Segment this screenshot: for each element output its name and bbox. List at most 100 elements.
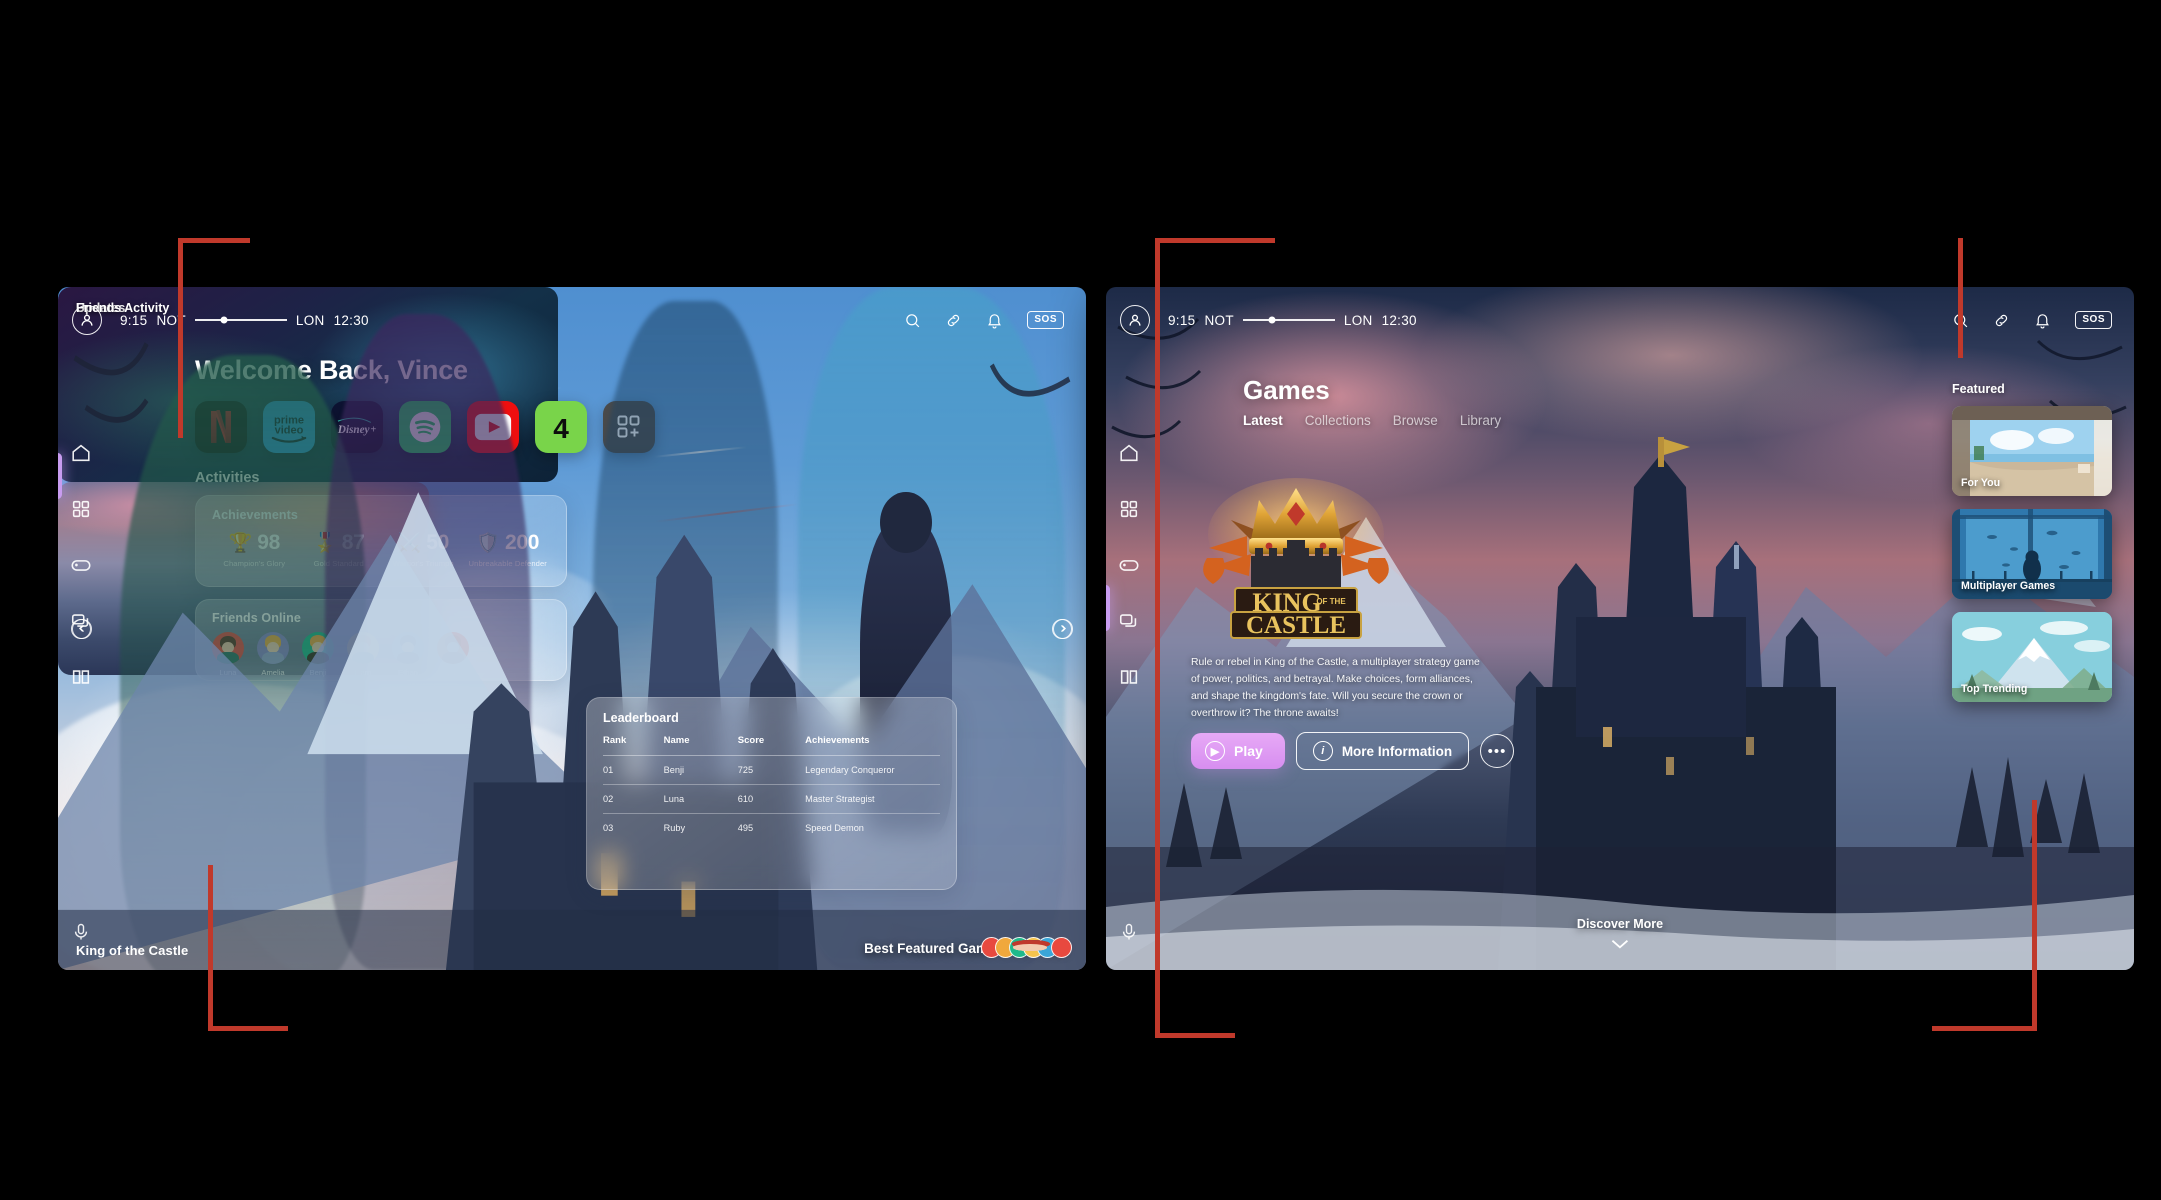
table-row[interactable]: 02 Luna 610 Master Strategist (603, 784, 940, 814)
annotation-line (1932, 1026, 2037, 1031)
sos-badge[interactable]: SOS (1027, 311, 1064, 329)
library-icon (72, 670, 90, 684)
more-information-button[interactable]: i More Information (1295, 732, 1470, 770)
bell-icon[interactable] (2034, 312, 2051, 329)
cell-rank: 03 (603, 823, 614, 833)
games-sidebar (1106, 287, 1152, 970)
annotation-line (178, 238, 250, 243)
king-of-the-castle-logo: KING OF THE CASTLE (1191, 462, 1401, 642)
column-header-rank: Rank (603, 735, 664, 756)
bell-icon[interactable] (986, 312, 1003, 329)
cell-rank: 01 (603, 755, 664, 785)
tab-browse[interactable]: Browse (1393, 413, 1438, 428)
chat-icon (1119, 614, 1137, 627)
friends-activity-card[interactable]: Friends Activity King of the Castle (58, 301, 1086, 970)
home-icon (1120, 444, 1138, 462)
leaderboard-card[interactable]: Leaderboard Rank Name Score Achievements… (586, 697, 957, 890)
remote-time: 12:30 (1381, 312, 1417, 328)
featured-card-for-you[interactable]: For You (1952, 406, 2112, 496)
gamepad-icon (71, 560, 91, 571)
local-time: 9:15 (1168, 312, 1196, 328)
sidebar-item-library[interactable] (70, 666, 92, 688)
table-row[interactable]: 01 Benji 725 Legendary Conqueror (603, 755, 940, 785)
cell-name: Luna (663, 784, 738, 814)
sidebar-item-library[interactable] (1118, 666, 1140, 688)
table-row[interactable]: 03 Ruby 495 Speed Demon (603, 814, 940, 843)
apps-icon (1120, 500, 1138, 518)
annotation-line (1155, 238, 1275, 243)
discover-more-button[interactable]: Discover More (1577, 917, 1663, 950)
sidebar-item-games[interactable] (1118, 554, 1140, 576)
timezone-slider-dot[interactable] (220, 316, 228, 324)
annotation-line (2032, 800, 2037, 1030)
games-tabs: Latest Collections Browse Library (1243, 413, 1501, 428)
featured-card-label: For You (1961, 477, 2001, 489)
discover-more-label: Discover More (1576, 917, 1664, 931)
link-icon[interactable] (945, 312, 962, 329)
cell-rank: 02 (603, 784, 664, 814)
cell-achievement: Legendary Conqueror (805, 755, 940, 785)
column-header-achievements: Achievements (805, 735, 940, 756)
column-header-name: Name (663, 735, 738, 756)
games-screen: 9:15 NOT LON 12:30 SOS Games Latest Coll… (1106, 287, 2134, 970)
more-options-button[interactable]: ••• (1480, 734, 1515, 768)
microphone-icon[interactable] (1119, 922, 1139, 942)
status-icons: SOS (904, 311, 1064, 329)
annotation-line (208, 1026, 288, 1031)
sidebar-item-games[interactable] (70, 554, 92, 576)
annotation-line (1155, 238, 1160, 1038)
remote-city: LON (1343, 312, 1373, 328)
cell-score: 725 (737, 755, 806, 785)
gamepad-icon (1119, 560, 1139, 571)
tab-latest[interactable]: Latest (1243, 413, 1283, 428)
featured-panel: Featured For You Multiplayer Games Top T… (1952, 382, 2112, 715)
local-time: 9:15 (120, 312, 148, 328)
sos-badge[interactable]: SOS (2075, 311, 2112, 329)
play-button[interactable]: ▶ Play (1191, 733, 1285, 769)
featured-card-multiplayer[interactable]: Multiplayer Games (1952, 509, 2112, 599)
page-title: Games (1243, 375, 1330, 405)
sidebar-item-messages[interactable] (1118, 610, 1140, 632)
chat-icon (71, 614, 89, 627)
remote-city: LON (295, 312, 325, 328)
chevron-down-icon (1611, 939, 1629, 949)
logo-text-castle: CASTLE (1246, 612, 1346, 639)
timezone-slider[interactable] (1242, 316, 1335, 324)
status-icons: SOS (1952, 311, 2112, 329)
search-icon[interactable] (904, 312, 921, 329)
link-icon[interactable] (1993, 312, 2010, 329)
world-clock: 9:15 NOT LON 12:30 (1168, 313, 1417, 328)
cell-score: 610 (737, 784, 806, 814)
more-information-label: More Information (1341, 743, 1453, 759)
cell-name: Benji (663, 755, 738, 785)
home-icon (72, 444, 90, 462)
column-header-score: Score (737, 735, 806, 756)
games-statusbar: 9:15 NOT LON 12:30 SOS (1106, 305, 2134, 335)
featured-card-label: Top Trending (1961, 683, 2028, 695)
cell-name: Ruby (663, 823, 686, 833)
castle-artwork (58, 342, 1086, 970)
tab-collections[interactable]: Collections (1305, 413, 1371, 428)
featured-card-top-trending[interactable]: Top Trending (1952, 612, 2112, 702)
game-description: Rule or rebel in King of the Castle, a m… (1191, 657, 1480, 719)
microphone-icon[interactable] (71, 922, 91, 942)
home-sidebar (58, 287, 104, 970)
mockup-stage: 9:15 NOT LON 12:30 SOS Welcome Back, Vin… (0, 0, 2161, 1200)
sidebar-active-indicator (1106, 585, 1110, 631)
tab-library[interactable]: Library (1460, 413, 1501, 428)
sidebar-item-messages[interactable] (70, 610, 92, 632)
leaderboard-title: Leaderboard (603, 711, 679, 725)
cell-achievement: Speed Demon (805, 823, 864, 833)
local-city: NOT (1204, 312, 1234, 328)
featured-card-label: Multiplayer Games (1961, 580, 2056, 592)
game-action-buttons: ▶ Play i More Information ••• (1191, 732, 1515, 770)
sidebar-item-home[interactable] (1118, 442, 1140, 464)
sidebar-item-apps[interactable] (1118, 498, 1140, 520)
info-circle-icon: i (1312, 741, 1333, 761)
sidebar-item-apps[interactable] (70, 498, 92, 520)
timezone-slider-dot[interactable] (1268, 316, 1276, 324)
timezone-slider[interactable] (194, 316, 287, 324)
table-header-row: Rank Name Score Achievements (603, 735, 940, 756)
world-clock: 9:15 NOT LON 12:30 (120, 313, 369, 328)
sidebar-item-home[interactable] (70, 442, 92, 464)
